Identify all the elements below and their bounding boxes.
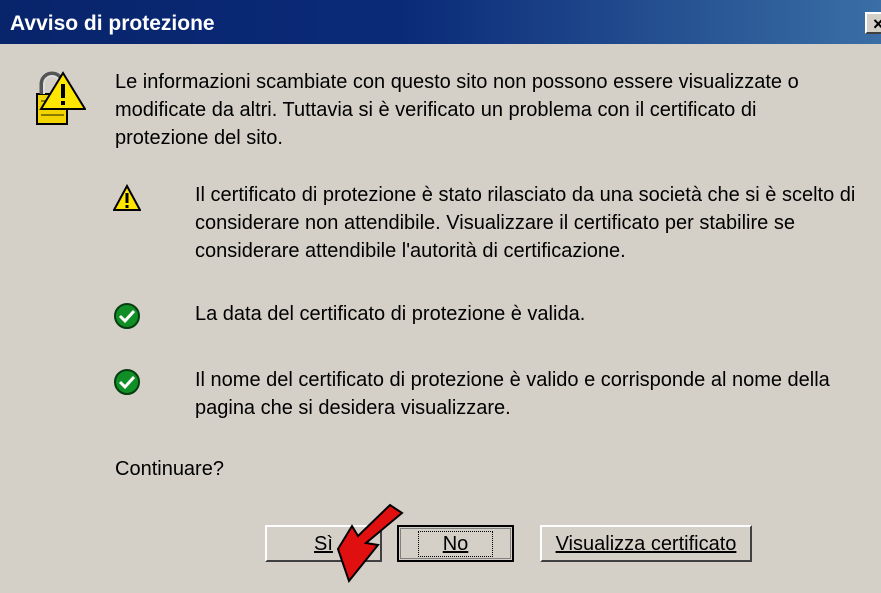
green-checkmark-icon xyxy=(114,303,140,329)
green-checkmark-icon xyxy=(114,369,140,395)
continue-question: Continuare? xyxy=(115,458,224,480)
intro-message: Le informazioni scambiate con questo sit… xyxy=(115,71,799,149)
warning-triangle-icon xyxy=(113,184,141,211)
close-button[interactable]: × xyxy=(865,12,881,34)
no-button-text: No xyxy=(442,533,469,555)
red-pointer-arrow xyxy=(336,503,404,584)
certificate-warning-text: Il certificato di protezione è stato ril… xyxy=(195,184,856,262)
title-bar[interactable]: Avviso di protezione × xyxy=(0,0,881,44)
view-certificate-button[interactable]: Visualizza certificato xyxy=(540,525,752,562)
security-alert-dialog: Le informazioni scambiate con questo sit… xyxy=(0,44,881,593)
certificate-name-text: Il nome del certificato di protezione è … xyxy=(195,369,830,419)
window-title: Avviso di protezione xyxy=(10,12,215,35)
certificate-date-text: La data del certificato di protezione è … xyxy=(195,303,586,325)
security-warning-lock-icon xyxy=(36,71,86,125)
view-certificate-label: Visualizza certificato xyxy=(555,533,737,555)
